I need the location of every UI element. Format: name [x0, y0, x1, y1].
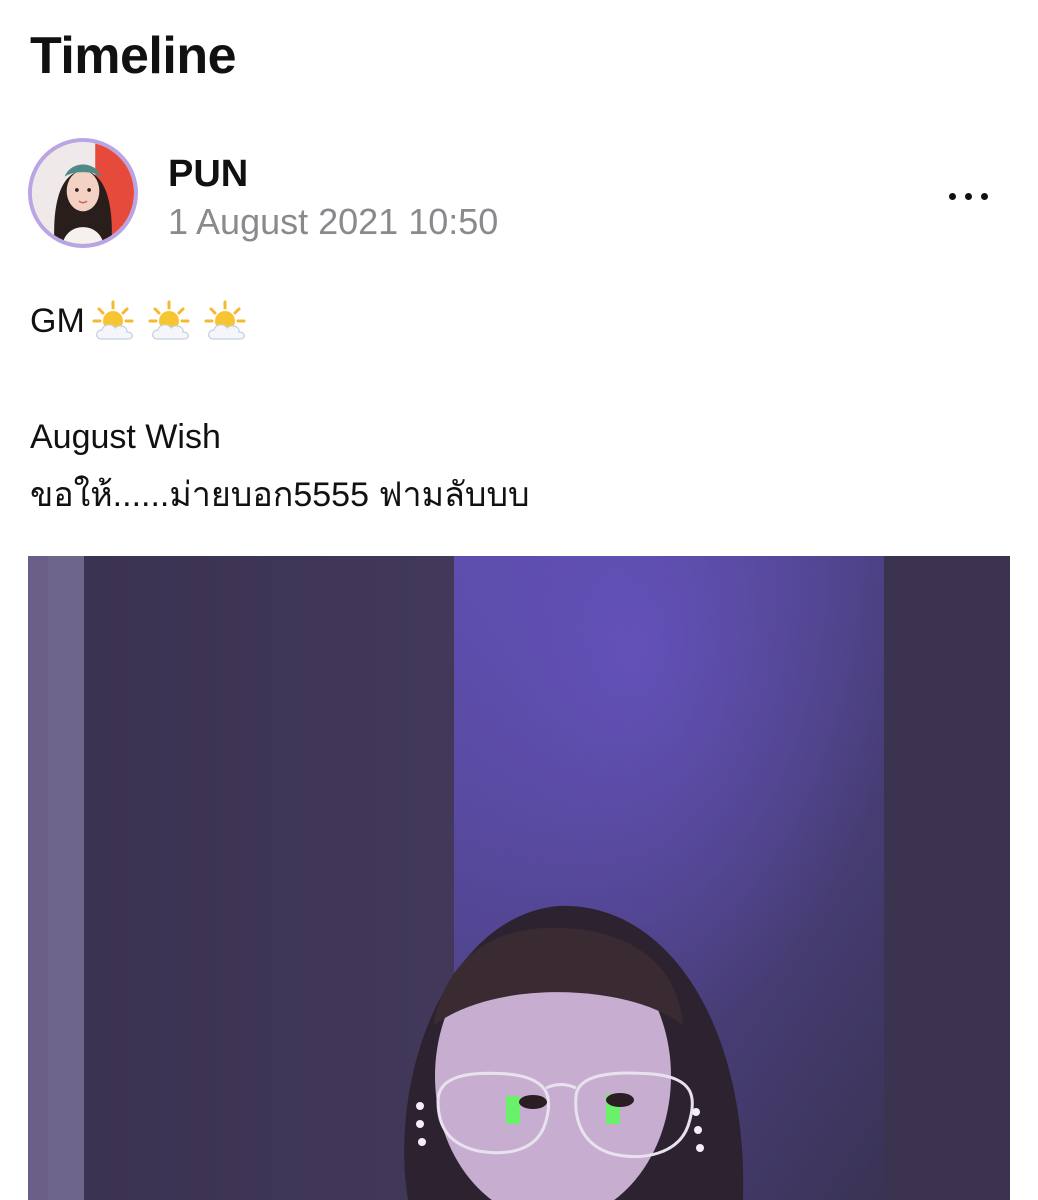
sun-behind-cloud-icon	[92, 300, 134, 340]
avatar-image	[32, 142, 134, 244]
post-text: GM August Wish ขอให้......ม่ายบอก5555 ฟา…	[30, 292, 1000, 524]
post-photo-image	[28, 556, 1010, 1200]
more-options-button[interactable]	[928, 176, 1008, 216]
post-line-greeting: GM	[30, 292, 1000, 350]
avatar[interactable]	[28, 138, 138, 248]
post-header: PUN 1 August 2021 10:50	[28, 138, 1008, 250]
emoji-group	[91, 299, 251, 347]
page-title: Timeline	[30, 27, 237, 85]
ellipsis-icon	[980, 192, 988, 200]
greeting-text: GM	[30, 302, 85, 340]
wish-title: August Wish	[30, 418, 221, 456]
ellipsis-icon	[948, 192, 956, 200]
post-timestamp: 1 August 2021 10:50	[168, 201, 499, 242]
sun-behind-cloud-icon	[148, 300, 190, 340]
ellipsis-icon	[964, 192, 972, 200]
author-name[interactable]: PUN	[168, 152, 248, 196]
sun-behind-cloud-icon	[204, 300, 246, 340]
post-photo[interactable]	[28, 556, 1010, 1200]
wish-text: ขอให้......ม่ายบอก5555 ฟามลับบบ	[30, 476, 530, 514]
post-line-spacer	[30, 350, 1000, 408]
